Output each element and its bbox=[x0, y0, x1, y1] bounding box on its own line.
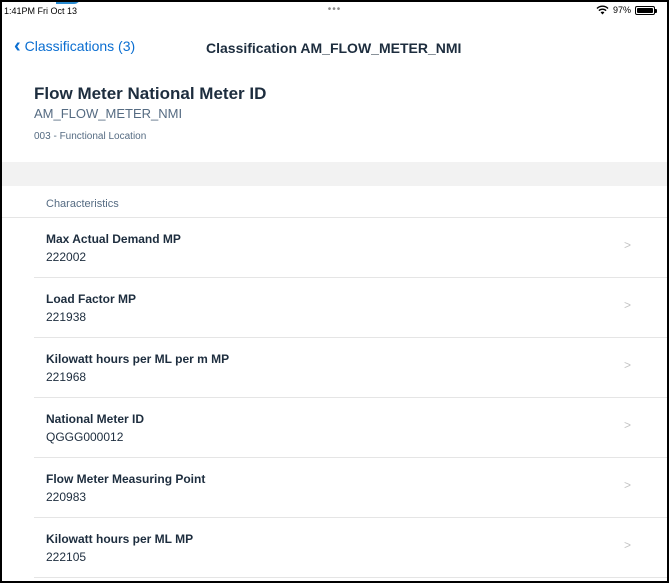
item-value: 221938 bbox=[46, 310, 87, 324]
item-label: National Meter ID bbox=[46, 412, 145, 426]
chevron-right-icon: > bbox=[623, 538, 631, 552]
chevron-right-icon: > bbox=[623, 298, 631, 312]
wifi-icon bbox=[596, 5, 609, 15]
chevron-right-icon: > bbox=[623, 478, 631, 492]
chevron-right-icon: > bbox=[623, 238, 631, 252]
item-label: Kilowatt hours per ML per m MP bbox=[46, 352, 230, 366]
navigation-bar: ‹ Classifications (3) Classification AM_… bbox=[2, 32, 667, 62]
chevron-right-icon: > bbox=[623, 418, 631, 432]
object-header: Flow Meter National Meter ID AM_FLOW_MET… bbox=[2, 72, 667, 162]
list-item[interactable]: Kilowatt hours per ML MP 222105 > bbox=[34, 518, 667, 578]
page-title: Classification AM_FLOW_METER_NMI bbox=[206, 40, 462, 56]
list-item[interactable]: Kilowatt hours per ML per m MP 221968 > bbox=[34, 338, 667, 398]
list-item[interactable]: Load Factor MP 221938 > bbox=[34, 278, 667, 338]
item-label: Max Actual Demand MP bbox=[46, 232, 181, 246]
item-value: 221968 bbox=[46, 370, 87, 384]
chevron-right-icon: > bbox=[623, 358, 631, 372]
object-detail: 003 - Functional Location bbox=[34, 131, 147, 142]
characteristics-list: Characteristics Max Actual Demand MP 222… bbox=[2, 186, 667, 578]
item-label: Load Factor MP bbox=[46, 292, 137, 306]
object-subtitle: AM_FLOW_METER_NMI bbox=[34, 106, 183, 121]
list-item[interactable]: Flow Meter Measuring Point 220983 > bbox=[34, 458, 667, 518]
item-value: QGGG000012 bbox=[46, 430, 124, 444]
list-item[interactable]: National Meter ID QGGG000012 > bbox=[34, 398, 667, 458]
section-divider bbox=[2, 162, 667, 186]
multitasking-dots[interactable]: ••• bbox=[328, 4, 342, 15]
item-label: Kilowatt hours per ML MP bbox=[46, 532, 194, 546]
status-right: 97% bbox=[596, 5, 657, 15]
back-button[interactable]: ‹ Classifications (3) bbox=[14, 35, 136, 57]
item-label: Flow Meter Measuring Point bbox=[46, 472, 206, 486]
object-title: Flow Meter National Meter ID bbox=[34, 84, 267, 103]
item-value: 220983 bbox=[46, 490, 87, 504]
section-header: Characteristics bbox=[2, 186, 667, 218]
list-item[interactable]: Max Actual Demand MP 222002 > bbox=[34, 218, 667, 278]
battery-icon bbox=[635, 5, 657, 15]
back-button-label: Classifications (3) bbox=[24, 38, 136, 54]
item-value: 222002 bbox=[46, 250, 87, 264]
status-bar: 1:41PM Fri Oct 13 ••• 97% bbox=[2, 2, 667, 22]
chevron-left-icon: ‹ bbox=[14, 35, 21, 57]
item-value: 222105 bbox=[46, 550, 87, 564]
battery-percent: 97% bbox=[612, 5, 631, 15]
app-window: 1:41PM Fri Oct 13 ••• 97% ‹ Classificati… bbox=[0, 0, 669, 583]
status-time: 1:41PM Fri Oct 13 bbox=[4, 6, 78, 16]
